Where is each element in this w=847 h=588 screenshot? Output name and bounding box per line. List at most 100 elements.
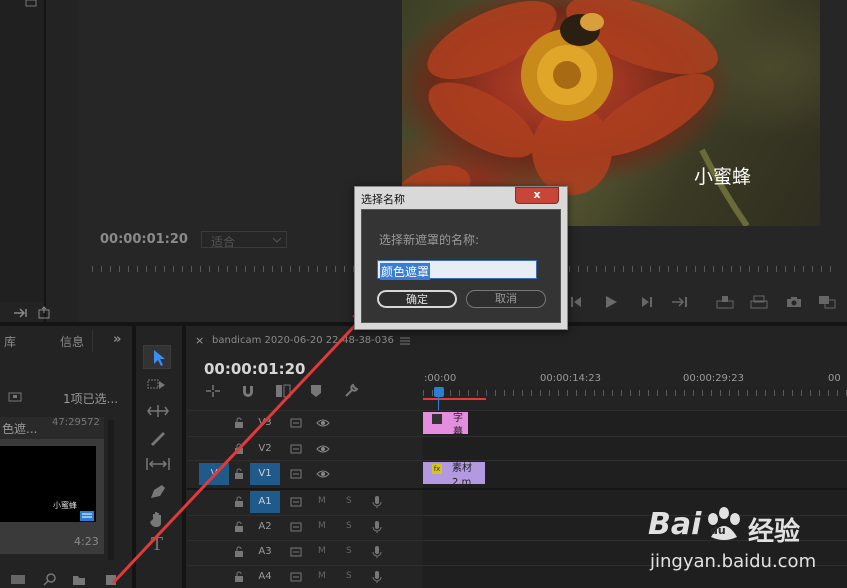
- hand-tool-icon[interactable]: [149, 510, 167, 528]
- track-v1-label[interactable]: V1: [250, 463, 280, 485]
- lock-icon[interactable]: [234, 546, 244, 558]
- sync-lock-icon[interactable]: [290, 522, 302, 532]
- sync-lock-icon[interactable]: [290, 572, 302, 582]
- sync-lock-icon[interactable]: [290, 547, 302, 557]
- project-item[interactable]: 色遮... 47:29572: [0, 417, 104, 439]
- tab-info[interactable]: 信息: [60, 333, 84, 350]
- sequence-tab[interactable]: bandicam 2020-06-20 22-48-38-036: [212, 335, 394, 346]
- dialog-title: 选择名称: [361, 193, 405, 206]
- cancel-button[interactable]: 取消: [466, 290, 546, 308]
- camera-icon[interactable]: [786, 296, 802, 308]
- microphone-icon[interactable]: [372, 495, 382, 509]
- track-v2-label[interactable]: V2: [250, 438, 280, 460]
- sync-lock-icon[interactable]: [290, 469, 302, 479]
- track-a1-label[interactable]: A1: [250, 491, 280, 513]
- track-a3-label[interactable]: A3: [250, 541, 280, 563]
- extract-icon[interactable]: [750, 295, 768, 309]
- fit-dropdown[interactable]: 适合: [201, 231, 287, 249]
- lock-icon[interactable]: [234, 571, 244, 583]
- mute-button[interactable]: M: [318, 521, 326, 531]
- ok-button[interactable]: 确定: [377, 290, 457, 308]
- lift-icon[interactable]: [716, 295, 734, 309]
- slip-tool-icon[interactable]: [146, 457, 170, 471]
- sequence-badge-icon: [80, 511, 94, 521]
- project-thumbnail[interactable]: 小蜜蜂 4:23: [0, 439, 104, 554]
- dialog-prompt: 选择新遮罩的名称:: [379, 233, 480, 247]
- sync-lock-icon[interactable]: [290, 497, 302, 507]
- compare-icon[interactable]: [818, 295, 836, 309]
- panel-overflow-icon[interactable]: »: [113, 332, 121, 347]
- lock-icon[interactable]: [234, 521, 244, 533]
- eye-icon[interactable]: [316, 418, 330, 428]
- microphone-icon[interactable]: [372, 545, 382, 559]
- watermark-brand: Bai: [648, 507, 702, 542]
- lock-icon[interactable]: [234, 468, 244, 480]
- step-forward-icon[interactable]: [640, 296, 654, 308]
- mask-name-input[interactable]: 颜色遮罩: [377, 260, 537, 280]
- type-tool-icon[interactable]: T: [151, 534, 163, 555]
- export-frame-icon[interactable]: [38, 306, 52, 320]
- program-timecode[interactable]: 00:00:01:20: [100, 232, 188, 247]
- timeline-ruler[interactable]: [423, 384, 847, 396]
- chevron-down-icon: [272, 236, 282, 244]
- track-select-tool-icon[interactable]: [147, 377, 169, 391]
- watermark-url: jingyan.baidu.com: [650, 551, 817, 572]
- mute-button[interactable]: M: [318, 496, 326, 506]
- wrench-icon[interactable]: [343, 383, 359, 399]
- add-marker-icon[interactable]: [310, 384, 322, 398]
- sync-lock-icon[interactable]: [290, 418, 302, 428]
- ruler-label-2: 00:00:29:23: [683, 373, 745, 384]
- choose-name-dialog: 选择名称 x 选择新遮罩的名称: 颜色遮罩 确定 取消: [354, 186, 568, 330]
- ruler-label-0: :00:00: [424, 373, 457, 384]
- new-bin-icon[interactable]: [72, 574, 86, 585]
- video-caption: 小蜜蜂: [694, 166, 752, 188]
- ripple-tool-icon[interactable]: [147, 404, 169, 418]
- timeline-timecode[interactable]: 00:00:01:20: [204, 360, 306, 378]
- track-a2-label[interactable]: A2: [250, 516, 280, 538]
- list-view-icon[interactable]: [10, 573, 26, 585]
- search-icon[interactable]: [43, 572, 57, 586]
- bin-icon[interactable]: [8, 391, 22, 402]
- razor-tool-icon[interactable]: [149, 430, 167, 446]
- solo-button[interactable]: S: [346, 496, 352, 506]
- go-to-out-icon[interactable]: [671, 296, 689, 308]
- clip-v3-badge: [432, 414, 442, 424]
- track-v3-label[interactable]: V3: [250, 412, 280, 434]
- lock-icon[interactable]: [234, 417, 244, 429]
- mute-button[interactable]: M: [318, 571, 326, 581]
- mute-button[interactable]: M: [318, 546, 326, 556]
- clip-v3-subtitle[interactable]: 字幕: [423, 412, 468, 434]
- dialog-close-button[interactable]: x: [515, 187, 559, 204]
- microphone-icon[interactable]: [372, 570, 382, 584]
- sequence-menu-icon[interactable]: [400, 337, 410, 345]
- close-sequence-icon[interactable]: ×: [195, 334, 204, 347]
- fx-badge: fx: [432, 464, 442, 474]
- watermark-du: du: [710, 524, 726, 537]
- linked-selection-icon[interactable]: [275, 384, 291, 398]
- solo-button[interactable]: S: [346, 546, 352, 556]
- sync-lock-icon[interactable]: [290, 444, 302, 454]
- new-item-icon[interactable]: [104, 572, 118, 586]
- selection-tool-icon[interactable]: [143, 345, 171, 369]
- solo-button[interactable]: S: [346, 521, 352, 531]
- source-patch-v1[interactable]: V: [199, 463, 229, 485]
- track-a4-label[interactable]: A4: [250, 566, 280, 588]
- step-back-icon[interactable]: [569, 296, 583, 308]
- snap-icon[interactable]: [241, 384, 255, 398]
- left-arrow-icon[interactable]: [12, 306, 34, 320]
- playhead-handle[interactable]: [434, 387, 444, 397]
- lock-icon[interactable]: [234, 443, 244, 455]
- lock-icon[interactable]: [234, 496, 244, 508]
- microphone-icon[interactable]: [372, 520, 382, 534]
- play-icon[interactable]: [604, 295, 618, 309]
- eye-icon[interactable]: [316, 444, 330, 454]
- work-area-bar[interactable]: [423, 398, 486, 400]
- pen-tool-icon[interactable]: [149, 484, 167, 500]
- panel-menu-icon[interactable]: [24, 0, 38, 10]
- baidu-watermark: Bai du 经验 jingyan.baidu.com: [648, 505, 843, 583]
- nest-icon[interactable]: [205, 384, 221, 398]
- project-scrollbar[interactable]: [108, 420, 114, 560]
- tab-library[interactable]: 库: [4, 333, 16, 350]
- solo-button[interactable]: S: [346, 571, 352, 581]
- eye-icon[interactable]: [316, 469, 330, 479]
